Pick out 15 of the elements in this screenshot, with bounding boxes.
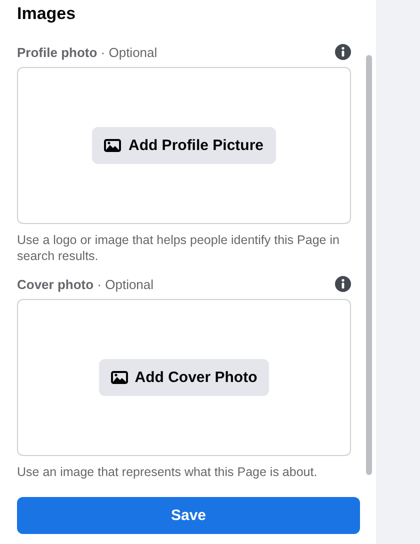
scrollbar[interactable] — [366, 55, 372, 475]
image-icon — [110, 371, 128, 384]
save-button[interactable]: Save — [17, 497, 360, 534]
add-photo-button[interactable]: Add Cover Photo — [98, 359, 270, 396]
info-icon[interactable] — [335, 44, 351, 60]
upload-area[interactable]: Add Cover Photo — [17, 299, 351, 456]
section-heading: Images — [17, 3, 77, 25]
field-label: Profile photo · Optional — [17, 44, 158, 60]
help-text: Use a logo or image that helps people identify this Page in search results. — [17, 232, 340, 264]
info-icon[interactable] — [335, 276, 351, 292]
add-photo-button[interactable]: Add Profile Picture — [92, 127, 276, 164]
help-text: Use an image that represents what this Page is about. — [17, 464, 318, 480]
upload-area[interactable]: Add Profile Picture — [17, 67, 351, 224]
field-label: Cover photo · Optional — [17, 276, 154, 292]
image-icon — [104, 139, 122, 152]
